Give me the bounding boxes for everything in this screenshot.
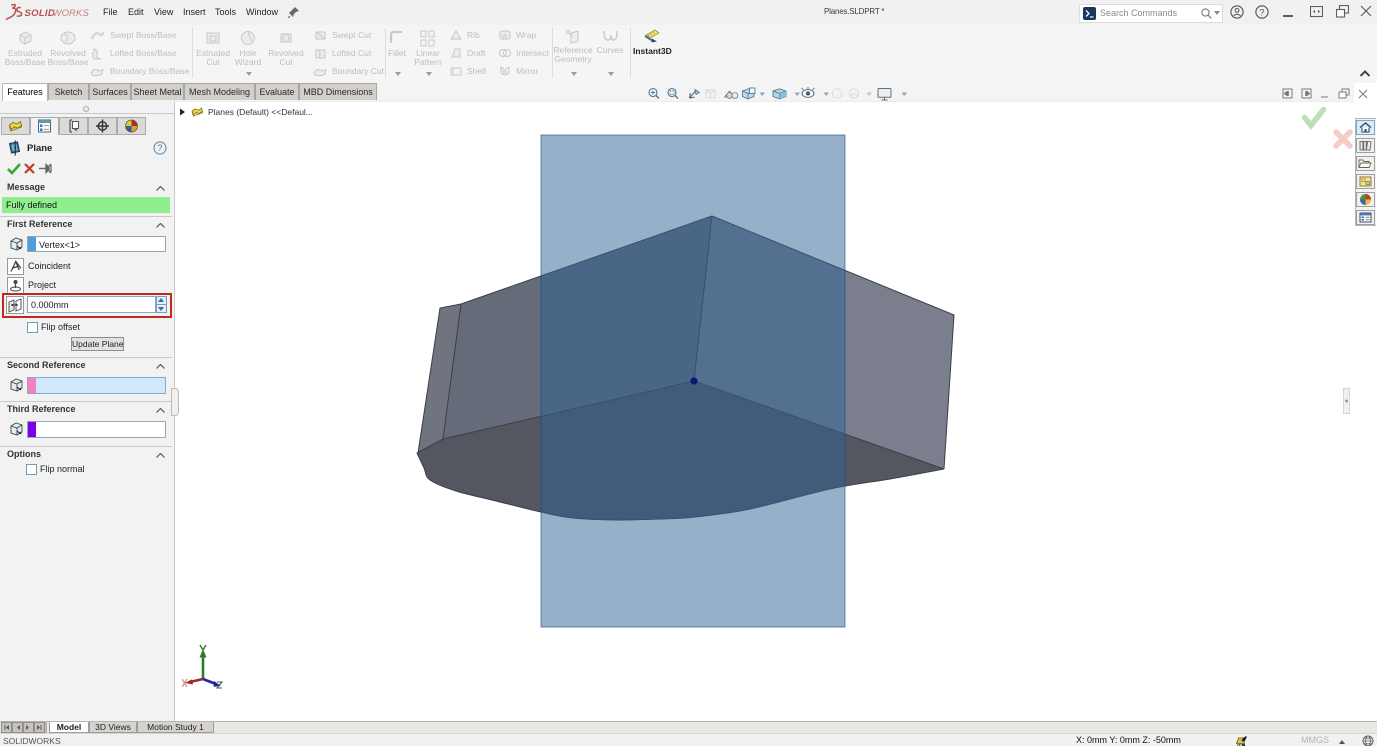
svg-text:?: ? [157,143,162,153]
svg-text:SOLID: SOLID [25,8,56,19]
svg-text:w: w [501,33,508,40]
svg-text:WORKS: WORKS [53,8,90,19]
svg-text:?: ? [1259,7,1264,18]
